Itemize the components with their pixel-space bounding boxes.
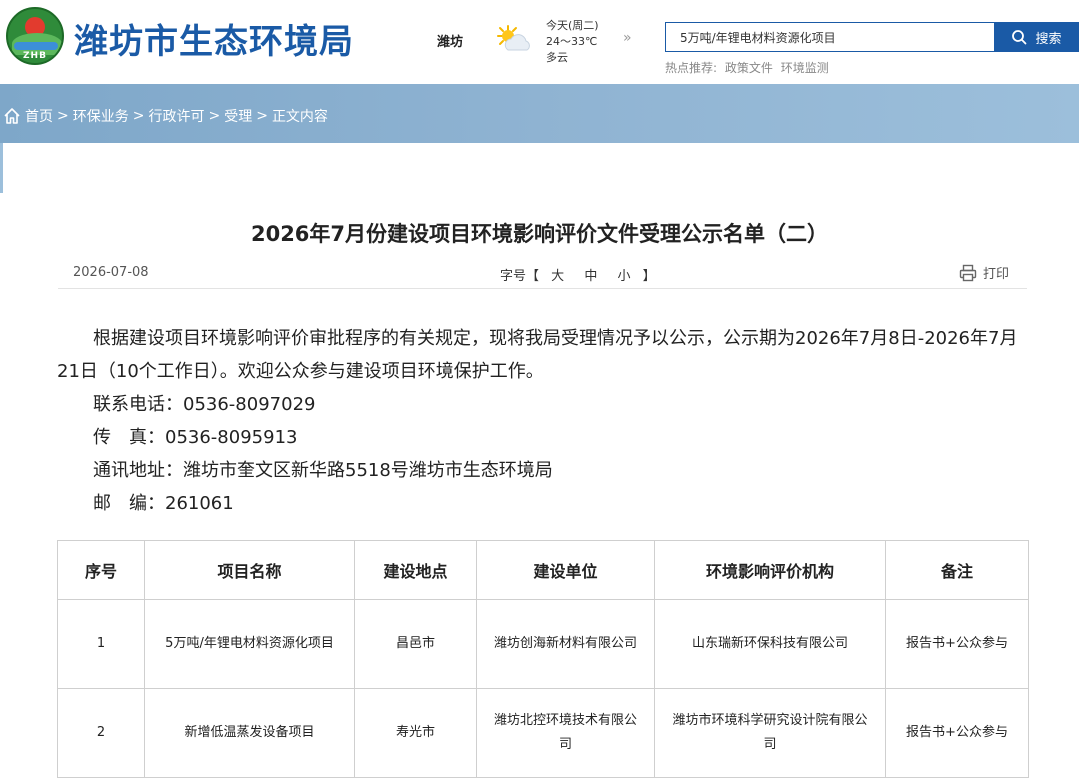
cell-project-name: 新增低温蒸发设备项目: [144, 688, 355, 778]
breadcrumb: 首页 > 环保业务 > 行政许可 > 受理 > 正文内容: [3, 106, 328, 126]
weather-info: 今天(周二) 24～33℃ 多云: [546, 18, 599, 66]
header-remark: 备注: [885, 540, 1029, 600]
hot-label: 热点推荐:: [665, 61, 718, 75]
contact-address: 通讯地址：潍坊市奎文区新华路5518号潍坊市生态环境局: [93, 460, 553, 481]
left-decoration: [0, 143, 3, 193]
contact-fax: 传 真：0536-8095913: [93, 427, 298, 448]
weather-city: 潍坊: [437, 35, 464, 50]
search-input[interactable]: [665, 22, 994, 52]
header-builder: 建设单位: [476, 540, 655, 600]
logo-text: ZHB: [23, 51, 47, 61]
printer-icon: [959, 264, 977, 281]
article-title: 2026年7月份建设项目环境影响评价文件受理公示名单（二）: [250, 222, 829, 246]
breadcrumb-separator: >: [132, 108, 145, 124]
breadcrumb-permit[interactable]: 行政许可: [148, 106, 204, 126]
cell-index: 2: [57, 688, 145, 778]
weather-day: 今天(周二): [546, 19, 599, 32]
header-project-name: 项目名称: [144, 540, 355, 600]
header-location: 建设地点: [354, 540, 477, 600]
cell-location: 寿光市: [354, 688, 477, 778]
print-label: 打印: [982, 267, 1009, 282]
search-button-label: 搜索: [1035, 30, 1062, 46]
breadcrumb-home[interactable]: 首页: [25, 106, 53, 126]
font-size-medium[interactable]: 中: [584, 269, 597, 284]
article-meta: 2026-07-08 字号【 大 中 小 】 打印: [58, 259, 1027, 289]
breadcrumb-accept[interactable]: 受理: [224, 106, 252, 126]
home-icon[interactable]: [3, 107, 21, 125]
header-eia-agency: 环境影响评价机构: [654, 540, 886, 600]
font-size-small[interactable]: 小: [617, 269, 630, 284]
contact-phone: 联系电话：0536-8097029: [93, 394, 316, 415]
cell-project-name: 5万吨/年锂电材料资源化项目: [144, 599, 355, 689]
project-table: 序号 项目名称 建设地点 建设单位 环境影响评价机构 备注 1 5万吨/年锂电材…: [57, 540, 1029, 778]
weather-condition: 多云: [546, 51, 568, 64]
breadcrumb-separator: >: [256, 108, 268, 124]
cell-eia-agency: 潍坊市环境科学研究设计院有限公司: [654, 688, 886, 778]
cell-builder: 潍坊创海新材料有限公司: [476, 599, 655, 689]
breadcrumb-separator: >: [57, 108, 69, 124]
logo[interactable]: ZHB: [6, 7, 64, 65]
font-size-close: 】: [642, 269, 656, 284]
weather-more-arrow[interactable]: »: [623, 30, 632, 46]
breadcrumb-current: 正文内容: [271, 109, 328, 125]
breadcrumb-separator: >: [208, 108, 221, 124]
publish-date: 2026-07-08: [73, 265, 149, 280]
search-button[interactable]: 搜索: [994, 22, 1079, 52]
intro-paragraph: 根据建设项目环境影响评价审批程序的有关规定，现将我局受理情况予以公示，公示期为2…: [57, 328, 1018, 382]
cell-builder: 潍坊北控环境技术有限公司: [476, 688, 655, 778]
table-row: 2 新增低温蒸发设备项目 寿光市 潍坊北控环境技术有限公司 潍坊市环境科学研究设…: [57, 688, 1029, 778]
breadcrumb-banner: 首页 > 环保业务 > 行政许可 > 受理 > 正文内容: [0, 84, 1079, 143]
hot-recommend: 热点推荐: 政策文件 环境监测: [665, 59, 833, 76]
header-index: 序号: [57, 540, 145, 600]
cell-location: 昌邑市: [354, 599, 477, 689]
logo-wave: [14, 42, 58, 50]
weather-temp: 24～33℃: [546, 35, 598, 48]
cell-remark: 报告书+公众参与: [885, 599, 1029, 689]
contact-postcode: 邮 编：261061: [93, 493, 234, 514]
font-size-large[interactable]: 大: [551, 269, 564, 284]
hot-link-monitoring[interactable]: 环境监测: [781, 61, 829, 75]
partly-cloudy-icon: [497, 25, 530, 51]
print-button[interactable]: 打印: [959, 263, 1009, 282]
table-header-row: 序号 项目名称 建设地点 建设单位 环境影响评价机构 备注: [57, 540, 1029, 600]
breadcrumb-business[interactable]: 环保业务: [73, 106, 129, 126]
cell-eia-agency: 山东瑞新环保科技有限公司: [654, 599, 886, 689]
article-body: 根据建设项目环境影响评价审批程序的有关规定，现将我局受理情况予以公示，公示期为2…: [57, 322, 1027, 520]
table-row: 1 5万吨/年锂电材料资源化项目 昌邑市 潍坊创海新材料有限公司 山东瑞新环保科…: [57, 599, 1029, 689]
site-header: ZHB 潍坊市生态环境局 潍坊 今天(周二) 24～33℃ 多云 » 搜索 热点…: [0, 0, 1079, 84]
hot-link-policy[interactable]: 政策文件: [725, 61, 773, 75]
font-size-label: 字号【: [500, 269, 540, 284]
cell-remark: 报告书+公众参与: [885, 688, 1029, 778]
search-icon: [1012, 30, 1027, 45]
font-size-selector: 字号【 大 中 小 】: [500, 265, 656, 284]
site-title[interactable]: 潍坊市生态环境局: [74, 14, 354, 63]
cell-index: 1: [57, 599, 145, 689]
